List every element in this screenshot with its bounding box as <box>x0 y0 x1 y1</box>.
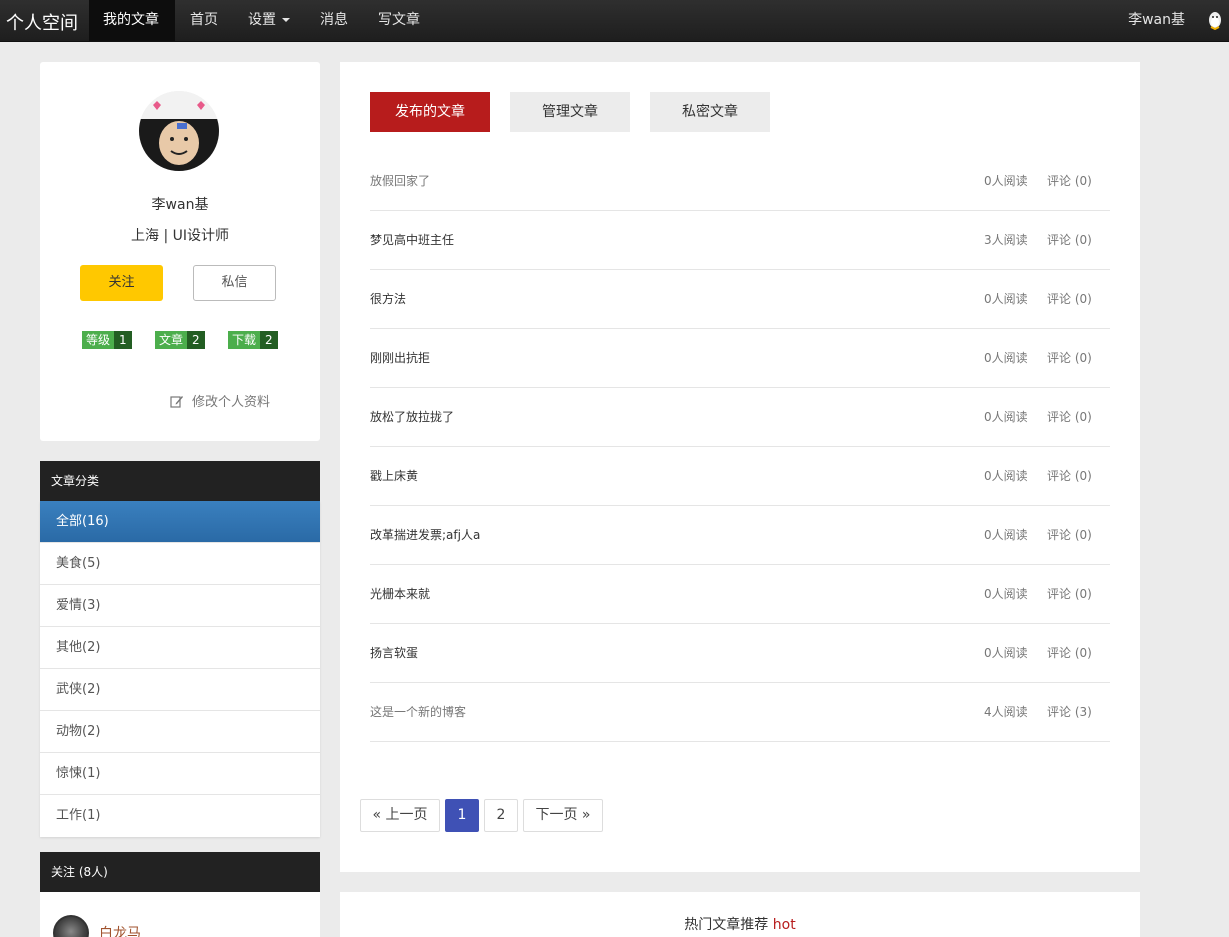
article-reads: 0人阅读 <box>984 174 1028 188</box>
article-row: 放假回家了 0人阅读 评论 (0) <box>370 152 1110 211</box>
category-item[interactable]: 惊悚(1) <box>40 753 320 795</box>
nav-messages[interactable]: 消息 <box>306 0 362 41</box>
category-list: 全部(16) 美食(5) 爱情(3) 其他(2) 武侠(2) 动物(2) 惊悚(… <box>40 501 320 837</box>
article-row: 戳上床黄 0人阅读 评论 (0) <box>370 447 1110 506</box>
article-comments[interactable]: 评论 (0) <box>1047 152 1092 211</box>
article-comments[interactable]: 评论 (0) <box>1047 624 1092 683</box>
profile-description: 上海 | UI设计师 <box>131 228 229 244</box>
avatar[interactable] <box>139 91 219 171</box>
follower-avatar[interactable] <box>53 915 89 937</box>
article-row: 扬言软蛋 0人阅读 评论 (0) <box>370 624 1110 683</box>
hot-tag: hot <box>772 917 796 933</box>
nav-home[interactable]: 首页 <box>176 0 232 41</box>
article-comments[interactable]: 评论 (0) <box>1047 388 1092 447</box>
top-navbar: 个人空间 我的文章 首页 设置 消息 写文章 李wan基 <box>0 0 1229 42</box>
following-list: 白龙马 <box>40 892 320 937</box>
article-reads: 4人阅读 <box>984 705 1028 719</box>
article-title[interactable]: 很方法 <box>370 270 406 329</box>
follow-button[interactable]: 关注 <box>80 265 163 301</box>
badge-value: 1 <box>114 331 132 349</box>
category-item-all[interactable]: 全部(16) <box>40 501 320 543</box>
tab-manage-articles[interactable]: 管理文章 <box>510 92 630 132</box>
category-item[interactable]: 爱情(3) <box>40 585 320 627</box>
nav-write-article[interactable]: 写文章 <box>364 0 434 41</box>
follower-name[interactable]: 白龙马 <box>99 923 141 937</box>
article-comments[interactable]: 评论 (3) <box>1047 683 1092 742</box>
badge-label: 等级 <box>82 331 115 349</box>
nav-my-articles[interactable]: 我的文章 <box>89 0 175 41</box>
badge-value: 2 <box>187 331 205 349</box>
article-comments[interactable]: 评论 (0) <box>1047 270 1092 329</box>
level-badge: 等级 1 <box>82 331 132 349</box>
nav-settings[interactable]: 设置 <box>234 0 304 41</box>
hot-articles-panel: 热门文章推荐 hot <box>340 892 1140 937</box>
edit-profile-label: 修改个人资料 <box>192 395 271 410</box>
article-reads: 0人阅读 <box>984 646 1028 660</box>
caret-down-icon <box>282 18 290 22</box>
page-button-2[interactable]: 2 <box>484 799 518 832</box>
article-row: 很方法 0人阅读 评论 (0) <box>370 270 1110 329</box>
hot-title-text: 热门文章推荐 <box>684 917 769 933</box>
nav-username[interactable]: 李wan基 <box>1128 0 1185 41</box>
tab-published-articles[interactable]: 发布的文章 <box>370 92 490 132</box>
following-header: 关注 (8人) <box>40 852 320 892</box>
hot-articles-title: 热门文章推荐 hot <box>340 914 1140 934</box>
article-row: 梦见高中班主任 3人阅读 评论 (0) <box>370 211 1110 270</box>
article-row: 刚刚出抗拒 0人阅读 评论 (0) <box>370 329 1110 388</box>
tab-private-articles[interactable]: 私密文章 <box>650 92 770 132</box>
category-item[interactable]: 动物(2) <box>40 711 320 753</box>
profile-card: 李wan基 上海 | UI设计师 关注 私信 等级 1 文章 2 下载 2 修改… <box>40 62 320 441</box>
article-title[interactable]: 光栅本来就 <box>370 565 430 624</box>
article-reads: 0人阅读 <box>984 528 1028 542</box>
article-title[interactable]: 放假回家了 <box>370 152 430 211</box>
article-title[interactable]: 改革揣进发票;afj人a <box>370 506 480 565</box>
article-title[interactable]: 扬言软蛋 <box>370 624 418 683</box>
article-title[interactable]: 戳上床黄 <box>370 447 418 506</box>
meme-avatar-icon <box>139 91 219 171</box>
page-button-1[interactable]: 1 <box>445 799 479 832</box>
brand-title[interactable]: 个人空间 <box>6 9 78 35</box>
article-row: 改革揣进发票;afj人a 0人阅读 评论 (0) <box>370 506 1110 565</box>
downloads-badge: 下载 2 <box>228 331 278 349</box>
article-comments[interactable]: 评论 (0) <box>1047 506 1092 565</box>
prev-page-button[interactable]: « 上一页 <box>360 799 440 832</box>
article-comments[interactable]: 评论 (0) <box>1047 447 1092 506</box>
article-title[interactable]: 刚刚出抗拒 <box>370 329 430 388</box>
qq-penguin-icon[interactable] <box>1205 10 1225 30</box>
badge-label: 下载 <box>228 331 261 349</box>
edit-profile-link[interactable]: 修改个人资料 <box>170 391 270 410</box>
article-reads: 0人阅读 <box>984 469 1028 483</box>
badge-label: 文章 <box>155 331 188 349</box>
article-comments[interactable]: 评论 (0) <box>1047 565 1092 624</box>
category-header: 文章分类 <box>40 461 320 501</box>
article-reads: 0人阅读 <box>984 292 1028 306</box>
category-item[interactable]: 美食(5) <box>40 543 320 585</box>
article-comments[interactable]: 评论 (0) <box>1047 329 1092 388</box>
article-title[interactable]: 梦见高中班主任 <box>370 211 454 270</box>
article-reads: 0人阅读 <box>984 410 1028 424</box>
category-item[interactable]: 其他(2) <box>40 627 320 669</box>
articles-badge: 文章 2 <box>155 331 205 349</box>
article-reads: 0人阅读 <box>984 351 1028 365</box>
next-page-button[interactable]: 下一页 » <box>523 799 603 832</box>
article-panel: 发布的文章 管理文章 私密文章 放假回家了 0人阅读 评论 (0) 梦见高中班主… <box>340 62 1140 872</box>
article-row: 放松了放拉拢了 0人阅读 评论 (0) <box>370 388 1110 447</box>
edit-icon <box>170 396 183 408</box>
article-row: 光栅本来就 0人阅读 评论 (0) <box>370 565 1110 624</box>
article-reads: 3人阅读 <box>984 233 1028 247</box>
profile-name: 李wan基 <box>151 197 209 213</box>
article-title[interactable]: 放松了放拉拢了 <box>370 388 454 447</box>
badge-value: 2 <box>260 331 278 349</box>
article-title[interactable]: 这是一个新的博客 <box>370 683 466 742</box>
article-row: 这是一个新的博客 4人阅读 评论 (3) <box>370 683 1110 742</box>
category-item[interactable]: 武侠(2) <box>40 669 320 711</box>
article-reads: 0人阅读 <box>984 587 1028 601</box>
private-message-button[interactable]: 私信 <box>193 265 276 301</box>
nav-settings-label: 设置 <box>248 12 276 28</box>
category-item[interactable]: 工作(1) <box>40 795 320 837</box>
article-comments[interactable]: 评论 (0) <box>1047 211 1092 270</box>
